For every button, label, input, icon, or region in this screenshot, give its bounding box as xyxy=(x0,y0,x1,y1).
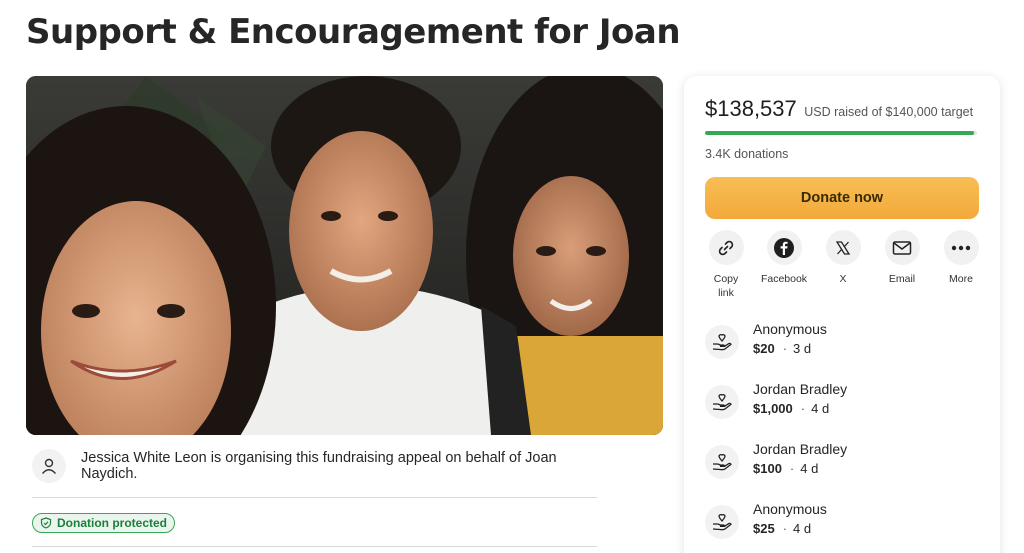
share-label: X xyxy=(839,273,847,285)
raised-target-text: USD raised of $140,000 target xyxy=(804,105,974,119)
donation-card: $138,537 USD raised of $140,000 target 3… xyxy=(684,76,1000,553)
share-email[interactable]: Email xyxy=(872,230,932,286)
heart-hand-icon xyxy=(705,445,739,479)
donate-now-button[interactable]: Donate now xyxy=(705,177,979,219)
progress-bar xyxy=(705,131,977,135)
donor-amount: $100 xyxy=(753,461,782,476)
donor-name: Jordan Bradley xyxy=(753,441,848,457)
donor-time: 4 d xyxy=(793,521,812,536)
divider xyxy=(32,497,597,498)
person-icon xyxy=(32,449,66,483)
more-icon xyxy=(943,230,979,265)
share-label: Copy link xyxy=(713,273,739,299)
campaign-photo-image xyxy=(26,76,663,435)
donor-meta: $20 · 3 d xyxy=(753,341,812,356)
donor-amount: $1,000 xyxy=(753,401,793,416)
shield-icon xyxy=(40,517,52,529)
donor-time: 4 d xyxy=(800,461,819,476)
email-icon xyxy=(884,230,920,265)
organiser-info: Jessica White Leon is organising this fu… xyxy=(32,448,612,484)
donor-amount: $25 xyxy=(753,521,775,536)
donor-item: Jordan Bradley $100 · 4 d xyxy=(705,441,985,485)
donor-time: 3 d xyxy=(793,341,812,356)
donor-name: Jordan Bradley xyxy=(753,381,848,397)
page-title: Support & Encouragement for Joan xyxy=(26,12,681,52)
share-more[interactable]: More xyxy=(931,230,991,286)
donor-name: Anonymous xyxy=(753,501,827,517)
heart-hand-icon xyxy=(705,325,739,359)
donor-meta: $1,000 · 4 d xyxy=(753,401,830,416)
share-label: More xyxy=(949,273,973,285)
donation-protected-badge[interactable]: Donation protected xyxy=(32,513,175,533)
donor-meta: $100 · 4 d xyxy=(753,461,819,476)
share-label: Facebook xyxy=(760,273,808,285)
donor-item: Anonymous $20 · 3 d xyxy=(705,321,985,365)
heart-hand-icon xyxy=(705,505,739,539)
progress-bar-fill xyxy=(705,131,975,135)
share-row: Copy link Facebook X Email More xyxy=(696,230,996,300)
donor-amount: $20 xyxy=(753,341,775,356)
share-copy-link[interactable]: Copy link xyxy=(696,230,756,300)
donor-meta: $25 · 4 d xyxy=(753,521,812,536)
amount-raised: $138,537 USD raised of $140,000 target xyxy=(705,96,973,122)
donor-time: 4 d xyxy=(811,401,830,416)
donor-name: Anonymous xyxy=(753,321,827,337)
share-label: Email xyxy=(888,273,916,285)
donations-count: 3.4K donations xyxy=(705,147,789,161)
link-icon xyxy=(708,230,744,265)
raised-amount: $138,537 xyxy=(705,96,797,121)
donation-protected-label: Donation protected xyxy=(57,516,167,530)
divider xyxy=(32,546,597,547)
x-icon xyxy=(825,230,861,265)
campaign-photo[interactable] xyxy=(26,76,663,435)
share-x[interactable]: X xyxy=(813,230,873,286)
facebook-icon xyxy=(766,230,802,265)
organiser-text: Jessica White Leon is organising this fu… xyxy=(81,450,557,482)
donor-item: Jordan Bradley $1,000 · 4 d xyxy=(705,381,985,425)
share-facebook[interactable]: Facebook xyxy=(754,230,814,286)
heart-hand-icon xyxy=(705,385,739,419)
donor-item: Anonymous $25 · 4 d xyxy=(705,501,985,545)
